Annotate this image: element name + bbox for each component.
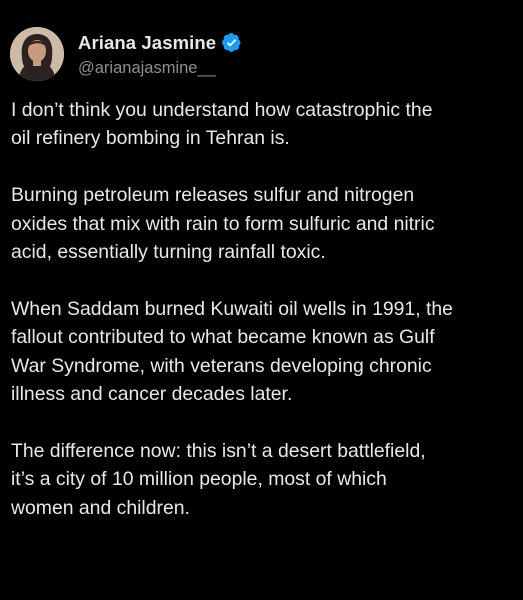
tweet-paragraph: I don’t think you understand how catastr… bbox=[11, 99, 433, 150]
tweet-paragraph: Burning petroleum releases sulfur and ni… bbox=[11, 184, 435, 264]
display-name[interactable]: Ariana Jasmine bbox=[78, 32, 216, 54]
tweet-paragraph: The difference now: this isn’t a desert … bbox=[11, 439, 426, 519]
tweet-text: I don’t think you understand how catastr… bbox=[11, 96, 519, 522]
verified-badge-icon bbox=[221, 32, 242, 53]
user-handle[interactable]: @arianajasmine__ bbox=[78, 59, 242, 78]
display-name-row: Ariana Jasmine bbox=[78, 31, 242, 55]
tweet-card: Ariana Jasmine @arianajasmine__ I don’t … bbox=[0, 0, 523, 600]
avatar-photo-icon bbox=[10, 27, 64, 81]
tweet-paragraph: When Saddam burned Kuwaiti oil wells in … bbox=[11, 297, 453, 406]
author-names: Ariana Jasmine @arianajasmine__ bbox=[78, 31, 242, 78]
tweet-header: Ariana Jasmine @arianajasmine__ bbox=[10, 26, 242, 82]
avatar[interactable] bbox=[10, 27, 64, 81]
